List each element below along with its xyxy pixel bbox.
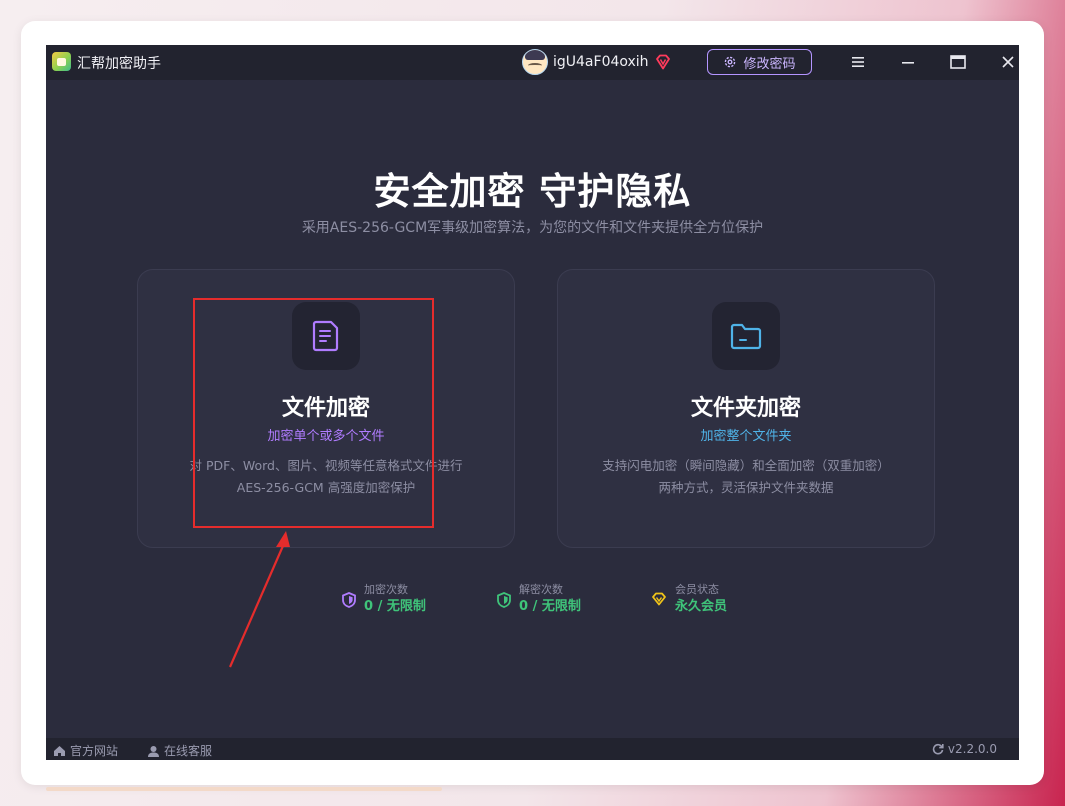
card-desc-line: 两种方式，灵活保护文件夹数据: [658, 480, 834, 495]
online-support-link[interactable]: 在线客服: [147, 742, 212, 759]
shield-icon: [497, 592, 511, 608]
stat-label: 解密次数: [519, 583, 563, 596]
app-window: 汇帮加密助手 igU4aF04oxih 修改密码 安全加密 守护隐私 采用AES…: [46, 45, 1019, 760]
card-desc-line: AES-256-GCM 高强度加密保护: [236, 480, 416, 495]
card-description: 对 PDF、Word、图片、视频等任意格式文件进行 AES-256-GCM 高强…: [138, 455, 514, 499]
file-encrypt-card[interactable]: 文件加密 加密单个或多个文件 对 PDF、Word、图片、视频等任意格式文件进行…: [137, 269, 515, 548]
diamond-icon: [652, 592, 666, 606]
home-icon: [54, 745, 65, 756]
app-logo-icon: [52, 52, 71, 71]
change-password-label: 修改密码: [743, 56, 796, 72]
encrypt-count-stat: 加密次数 0 / 无限制: [342, 582, 426, 616]
version-info[interactable]: v2.2.0.0: [932, 742, 997, 756]
card-icon-container: [712, 302, 780, 370]
card-subtitle: 加密整个文件夹: [700, 429, 792, 444]
minimize-icon: [902, 62, 914, 64]
official-website-label: 官方网站: [70, 744, 119, 758]
app-title: 汇帮加密助手: [77, 56, 161, 72]
card-title: 文件夹加密: [690, 396, 801, 421]
change-password-button[interactable]: 修改密码: [707, 49, 812, 75]
hero-title: 安全加密 守护隐私: [373, 170, 692, 213]
online-support-label: 在线客服: [164, 744, 213, 758]
vip-diamond-icon: [655, 54, 670, 70]
avatar[interactable]: [522, 49, 548, 75]
close-icon: [1002, 56, 1014, 68]
gear-icon: [725, 56, 736, 68]
card-subtitle: 加密单个或多个文件: [267, 429, 385, 444]
card-icon-container: [292, 302, 360, 370]
official-website-link[interactable]: 官方网站: [53, 742, 118, 759]
maximize-icon: [950, 55, 966, 69]
stat-value: 0 / 无限制: [519, 599, 581, 614]
membership-status-stat: 会员状态 永久会员: [651, 582, 727, 616]
folder-icon: [730, 323, 762, 350]
stat-label: 会员状态: [675, 583, 719, 596]
shield-icon: [342, 592, 356, 608]
maximize-button[interactable]: [944, 49, 972, 75]
card-desc-line: 对 PDF、Word、图片、视频等任意格式文件进行: [189, 458, 463, 473]
title-bar[interactable]: 汇帮加密助手 igU4aF04oxih 修改密码: [46, 45, 1019, 80]
document-icon: [312, 320, 339, 352]
hamburger-menu-icon: [852, 57, 864, 67]
minimize-button[interactable]: [894, 49, 922, 75]
menu-button[interactable]: [844, 49, 872, 75]
status-bar: 官方网站 在线客服 v2.2.0.0: [46, 738, 1019, 760]
close-button[interactable]: [994, 49, 1019, 75]
card-desc-line: 支持闪电加密（瞬间隐藏）和全面加密（双重加密）: [602, 458, 890, 473]
folder-encrypt-card[interactable]: 文件夹加密 加密整个文件夹 支持闪电加密（瞬间隐藏）和全面加密（双重加密） 两种…: [557, 269, 935, 548]
version-label: v2.2.0.0: [947, 742, 997, 756]
decrypt-count-stat: 解密次数 0 / 无限制: [497, 582, 581, 616]
stat-label: 加密次数: [364, 583, 408, 596]
username: igU4aF04oxih: [553, 54, 649, 70]
card-description: 支持闪电加密（瞬间隐藏）和全面加密（双重加密） 两种方式，灵活保护文件夹数据: [558, 455, 934, 499]
stat-value: 永久会员: [675, 599, 728, 614]
stat-value: 0 / 无限制: [364, 599, 426, 614]
decorative-strip: [46, 787, 442, 791]
card-title: 文件加密: [281, 396, 370, 421]
user-info[interactable]: igU4aF04oxih: [522, 48, 672, 76]
customer-service-icon: [148, 745, 159, 757]
hero-subtitle: 采用AES-256-GCM军事级加密算法，为您的文件和文件夹提供全方位保护: [301, 220, 764, 236]
refresh-icon: [932, 743, 944, 755]
